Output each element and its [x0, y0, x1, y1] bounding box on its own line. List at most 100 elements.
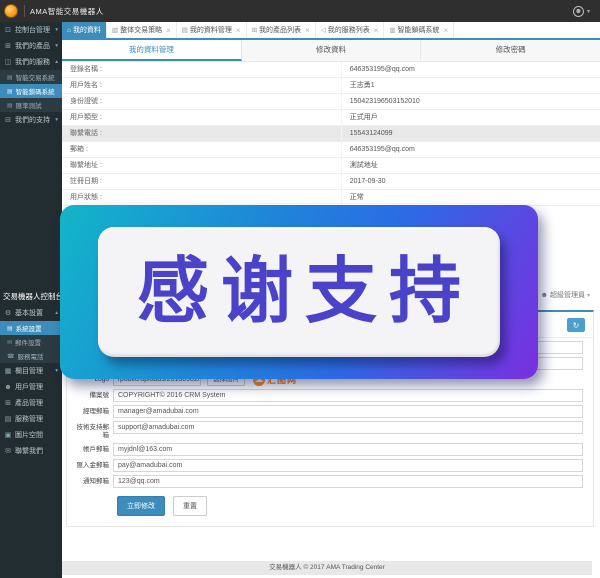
products-icon: ⊞ [4, 42, 12, 50]
console-item-label: 服務管理 [15, 414, 43, 424]
person-icon: ☻ [541, 292, 548, 299]
reset-button[interactable]: 重置 [173, 496, 207, 516]
row-value: 150423196503152010 [342, 94, 600, 109]
row-value: 王志勇1 [342, 78, 600, 93]
row-label: 登錄名稱 : [62, 62, 342, 77]
table-row: 用戶狀態 : 正常 [62, 190, 600, 206]
sidebar-subitem-trade-system[interactable]: ▤ 智能交易系統 [0, 70, 62, 84]
row-label: 用戶類型 : [62, 110, 342, 125]
sidebar-subitem-lock-system[interactable]: ▤ 智能鎖碼系統 [0, 84, 62, 98]
manager-email-input[interactable]: manager@amadubai.com [113, 405, 583, 418]
sidebar-item-label: 我們的產品 [15, 41, 50, 51]
close-icon[interactable]: × [166, 26, 171, 35]
row-label: 身份證號 : [62, 94, 342, 109]
tab-label: 我的資料管理 [190, 25, 232, 35]
sidebar-item-label: 我們的支持 [15, 115, 50, 125]
row-value: 2017-09-30 [342, 174, 600, 189]
doc-icon: ▤ [7, 325, 13, 332]
doc-icon: ▤ [7, 88, 13, 95]
support-email-input[interactable]: support@amadubai.com [113, 421, 583, 434]
close-icon[interactable]: × [444, 26, 449, 35]
support-icon: ⊟ [4, 116, 12, 124]
console-item-label: 產品管理 [15, 398, 43, 408]
app-title: AMA智能交易機器人 [30, 6, 104, 17]
account-email-input[interactable]: myjdnl@163.com [113, 443, 583, 456]
console-subitem-service-phone[interactable]: ☎ 服務電話 [0, 349, 62, 363]
user-menu[interactable]: ☻ ▾ [573, 6, 590, 17]
doc-icon: ▤ [7, 102, 13, 109]
chevron-down-icon: ▾ [55, 43, 58, 49]
refresh-button[interactable]: ↻ [567, 318, 585, 332]
table-row-highlighted: 聯繫電話 : 15543124099 [62, 126, 600, 142]
close-icon[interactable]: × [374, 26, 379, 35]
sidebar-item-label: 我們的服務 [15, 57, 50, 67]
settings-row-account-email: 帳戶郵箱 myjdnl@163.com [73, 443, 583, 456]
tab-product-list[interactable]: ⊞ 我的產品列表 × [247, 22, 316, 38]
console-item-service-mgmt[interactable]: ▤ 服務管理 [0, 411, 62, 427]
topbar-divider [24, 5, 25, 17]
admin-user-label: 超級管理員 [550, 290, 585, 300]
settings-row-notify-email: 通知郵箱 123@qq.com [73, 475, 583, 488]
row-label: 註冊日期 : [62, 174, 342, 189]
console-item-basic-settings[interactable]: ⚙ 基本設置 ▴ [0, 305, 62, 321]
tab-trade-strategy[interactable]: ▧ 整体交易策略 × [107, 22, 177, 38]
notify-email-input[interactable]: 123@qq.com [113, 475, 583, 488]
chevron-down-icon: ▾ [55, 27, 58, 33]
row-label: 聯繫電話 : [62, 126, 342, 141]
sidebar-item-services[interactable]: ◫ 我們的服務 ▴ [0, 54, 62, 70]
sidebar-item-label: 控制台管理 [15, 25, 50, 35]
console-subitem-mail-settings[interactable]: ✉ 郵件設置 [0, 335, 62, 349]
chevron-down-icon: ▾ [55, 368, 58, 374]
tab-lock-system[interactable]: ▥ 智能鎖碼系統 × [384, 22, 454, 38]
services-icon: ◫ [4, 58, 12, 66]
row-label: 聯繫地址 : [62, 158, 342, 173]
contact-icon: ✉ [4, 447, 12, 455]
console-item-product-mgmt[interactable]: ⊞ 產品管理 [0, 395, 62, 411]
table-row: 郵箱 : 646353195@qq.com [62, 142, 600, 158]
sidebar-subitem-rate-test[interactable]: ▤ 匯率測試 [0, 98, 62, 112]
chevron-down-icon: ▾ [55, 117, 58, 123]
console-item-columns[interactable]: ▦ 欄目管理 ▾ [0, 363, 62, 379]
tab-service-list[interactable]: ◁ 我的服務列表 × [316, 22, 385, 38]
doc-icon: ▤ [4, 415, 12, 423]
console-sidebar-title: 交易機器人控制台 [0, 287, 62, 305]
admin-user-menu[interactable]: ☻ 超級管理員 ▾ [541, 290, 590, 300]
row-value: 646353195@qq.com [342, 62, 600, 77]
sidebar-subitem-label: 智能鎖碼系統 [16, 86, 55, 96]
image-icon: ▣ [4, 431, 12, 439]
chevron-down-icon: ▾ [587, 8, 590, 15]
service-icon: ◁ [321, 26, 326, 34]
subtab-change-password[interactable]: 修改密碼 [421, 40, 600, 61]
pay-email-input[interactable]: pay@amadubai.com [113, 459, 583, 472]
columns-icon: ▦ [4, 367, 12, 375]
console-item-contact-us[interactable]: ✉ 聯繫我們 [0, 443, 62, 459]
console-subitem-system-settings[interactable]: ▤ 系統設置 [0, 321, 62, 335]
sidebar-item-products[interactable]: ⊞ 我們的產品 ▾ [0, 38, 62, 54]
tab-my-profile[interactable]: ⌂ 我的資料 [62, 22, 107, 38]
console-item-label: 用戶管理 [15, 382, 43, 392]
close-icon[interactable]: × [236, 26, 241, 35]
row-value: 646353195@qq.com [342, 142, 600, 157]
tab-label: 智能鎖碼系統 [398, 25, 440, 35]
gear-icon: ⚙ [4, 309, 12, 317]
submit-button[interactable]: 立即修改 [117, 496, 165, 516]
console-item-users[interactable]: ☻ 用戶管理 [0, 379, 62, 395]
row-value: 正式用戶 [342, 110, 600, 125]
tab-profile-mgmt[interactable]: ▤ 我的資料管理 × [177, 22, 247, 38]
sidebar-subitem-label: 匯率測試 [16, 100, 42, 110]
close-icon[interactable]: × [305, 26, 310, 35]
console-item-image-space[interactable]: ▣ 圖片空間 [0, 427, 62, 443]
subtab-edit-profile[interactable]: 修改資料 [242, 40, 422, 61]
tab-label: 我的產品列表 [259, 25, 301, 35]
box-icon: ⊞ [4, 399, 12, 407]
settings-row-pay-email: 匯入金郵箱 pay@amadubai.com [73, 459, 583, 472]
chevron-up-icon: ▴ [55, 310, 58, 316]
sidebar: ⊡ 控制台管理 ▾ ⊞ 我們的產品 ▾ ◫ 我們的服務 ▴ ▤ 智能交易系統 ▤… [0, 22, 62, 578]
icp-input[interactable]: COPYRIGHT© 2016 CRM System [113, 389, 583, 402]
field-label: 備案號 [73, 389, 113, 400]
sidebar-item-console-mgmt[interactable]: ⊡ 控制台管理 ▾ [0, 22, 62, 38]
sidebar-item-support[interactable]: ⊟ 我們的支持 ▾ [0, 112, 62, 128]
subtab-profile-mgmt[interactable]: 我的資料管理 [62, 40, 242, 61]
strategy-icon: ▧ [112, 26, 118, 34]
console-subitem-label: 系統設置 [16, 323, 42, 333]
